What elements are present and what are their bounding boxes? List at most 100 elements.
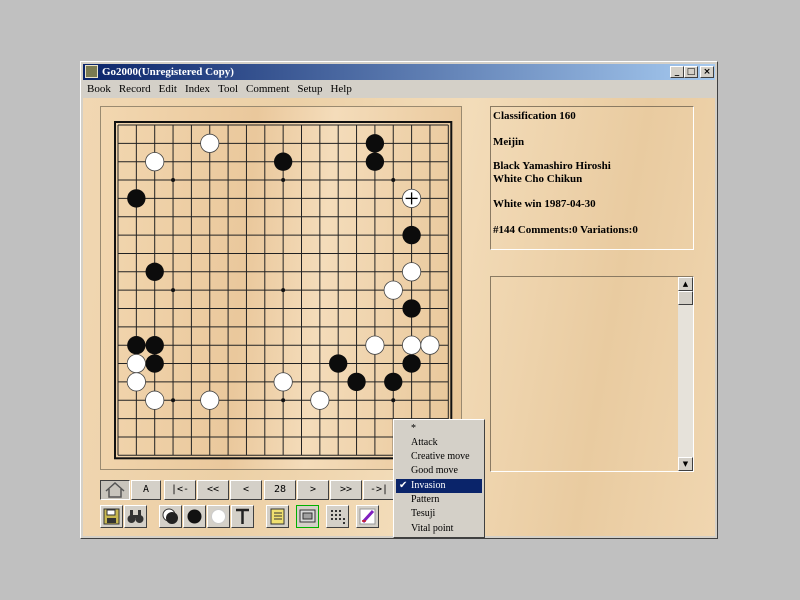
board-tool-button[interactable]	[296, 505, 319, 528]
scroll-up-button[interactable]: ▲	[678, 277, 693, 291]
title-bar[interactable]: Go2000(Unregistered Copy) _ □ ×	[83, 64, 715, 80]
popup-item-label: Invasion	[411, 480, 446, 491]
maximize-button[interactable]: □	[684, 66, 698, 78]
black-stone	[329, 354, 348, 373]
check-icon: ✔	[399, 480, 408, 491]
white-stone	[365, 335, 385, 355]
popup-item-label: Creative move	[411, 451, 470, 462]
white-stone	[402, 262, 422, 282]
popup-item-label: Tesuji	[411, 508, 436, 519]
popup-item-label: Pattern	[411, 494, 440, 505]
white-stone-icon	[211, 509, 226, 524]
black-stone	[402, 299, 421, 318]
popup-item-good-move[interactable]: Good move	[396, 464, 482, 478]
nav-last-button[interactable]: ->|	[363, 480, 395, 500]
black-stone	[402, 354, 421, 373]
white-stone	[200, 390, 220, 410]
scroll-down-button[interactable]: ▼	[678, 457, 693, 471]
popup-item-label: Good move	[411, 465, 458, 476]
black-stone	[273, 152, 293, 171]
white-stone	[310, 390, 330, 410]
popup-item-creative-move[interactable]: Creative move	[396, 450, 482, 464]
popup-item-tesuji[interactable]: Tesuji	[396, 507, 482, 521]
close-button[interactable]: ×	[700, 66, 714, 78]
nav-back-button[interactable]: <	[230, 480, 262, 500]
menu-comment[interactable]: Comment	[242, 81, 293, 97]
black-stone	[365, 152, 385, 171]
pen-icon	[359, 508, 376, 525]
menu-edit[interactable]: Edit	[155, 81, 181, 97]
popup-item-label: Vital point	[411, 523, 454, 534]
nav-fast-back-button[interactable]: <<	[197, 480, 229, 500]
nav-fast-forward-button[interactable]: >>	[330, 480, 362, 500]
menu-index[interactable]: Index	[181, 81, 214, 97]
black-stone-tool-button[interactable]	[183, 505, 206, 528]
white-stone	[145, 390, 165, 410]
black-player-text: Black Yamashiro Hiroshi	[493, 160, 611, 172]
text-t-icon	[236, 508, 249, 524]
nav-forward-button[interactable]: >	[297, 480, 329, 500]
comment-scrollbar[interactable]: ▲ ▼	[678, 277, 693, 471]
game-info-panel: Classification 160 Meijin Black Yamashir…	[490, 106, 694, 250]
white-stone	[420, 335, 440, 355]
menu-book[interactable]: Book	[83, 81, 115, 97]
floppy-icon	[103, 508, 120, 525]
move-number-display[interactable]: 28	[264, 480, 296, 500]
binoculars-icon	[127, 510, 144, 523]
menu-help[interactable]: Help	[326, 81, 355, 97]
draw-tool-button[interactable]	[356, 505, 379, 528]
hoshi-point	[171, 178, 176, 183]
popup-item-attack[interactable]: Attack	[396, 436, 482, 450]
white-stone	[383, 280, 403, 300]
scroll-thumb[interactable]	[678, 291, 693, 305]
popup-item-pattern[interactable]: Pattern	[396, 493, 482, 507]
white-stone	[273, 372, 293, 392]
notebook-tool-button[interactable]	[266, 505, 289, 528]
home-button[interactable]	[100, 480, 130, 500]
record-status-text: #144 Comments:0 Variations:0	[493, 224, 638, 236]
app-icon[interactable]	[85, 65, 98, 78]
black-stone-icon	[187, 509, 202, 524]
black-stone	[365, 134, 385, 153]
white-stone	[402, 335, 422, 355]
black-stone	[145, 262, 164, 281]
window-title: Go2000(Unregistered Copy)	[102, 66, 234, 78]
nav-first-button[interactable]: |<-	[164, 480, 196, 500]
hoshi-point	[281, 178, 286, 183]
hoshi-point	[391, 398, 396, 403]
move-tag-popup-menu: * Attack Creative move Good move ✔ Invasi…	[393, 419, 485, 538]
save-tool-button[interactable]	[100, 505, 123, 528]
white-stone	[145, 152, 165, 172]
text-tool-button[interactable]	[231, 505, 254, 528]
board-screen-icon	[299, 509, 316, 523]
comment-box[interactable]: ▲ ▼	[490, 276, 694, 472]
classification-text: Classification 160	[493, 110, 576, 122]
black-stone	[127, 189, 146, 208]
menu-tool[interactable]: Tool	[214, 81, 242, 97]
popup-item-label: Attack	[411, 437, 438, 448]
black-white-stones-icon	[162, 508, 178, 524]
search-tool-button[interactable]	[124, 505, 147, 528]
white-stone-tool-button[interactable]	[207, 505, 230, 528]
alternate-tool-button[interactable]	[159, 505, 182, 528]
go-board[interactable]	[100, 106, 462, 470]
white-stone	[126, 372, 146, 392]
black-stone	[145, 336, 164, 355]
dotted-grid-icon	[331, 510, 345, 524]
white-stone	[126, 353, 146, 374]
black-stone	[402, 225, 421, 245]
hoshi-point	[281, 288, 286, 293]
board-canvas[interactable]	[101, 107, 461, 469]
popup-item-star[interactable]: *	[396, 422, 482, 436]
nav-a-button[interactable]: A	[131, 480, 161, 500]
minimize-button[interactable]: _	[670, 66, 684, 78]
black-stone	[145, 354, 164, 373]
result-text: White win 1987-04-30	[493, 198, 596, 210]
grid-tool-button[interactable]	[326, 505, 349, 528]
popup-item-vital-point[interactable]: Vital point	[396, 522, 482, 536]
black-stone	[347, 372, 366, 392]
menu-setup[interactable]: Setup	[293, 81, 326, 97]
popup-item-invasion[interactable]: ✔ Invasion	[396, 479, 482, 493]
menu-record[interactable]: Record	[115, 81, 155, 97]
white-stone	[200, 133, 220, 153]
